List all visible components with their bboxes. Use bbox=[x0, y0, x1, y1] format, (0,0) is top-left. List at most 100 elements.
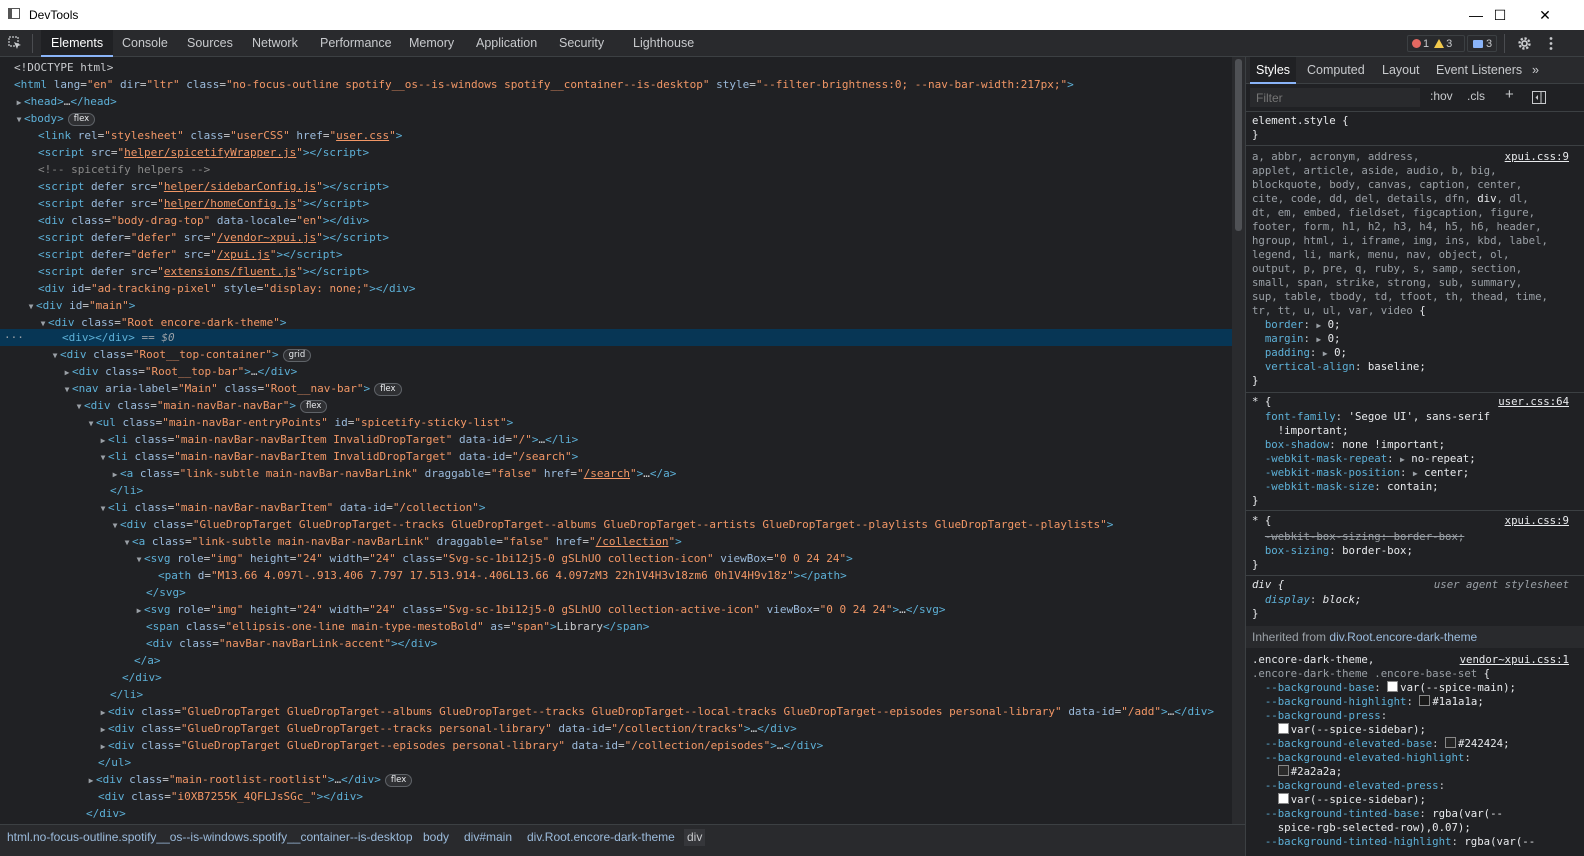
css-declaration[interactable]: padding: ▶ 0; bbox=[1252, 346, 1577, 360]
rule-universal-user[interactable]: * {user.css:64 bbox=[1252, 395, 1577, 409]
style-rules[interactable]: element.style { } a, abbr, acronym, addr… bbox=[1246, 112, 1584, 856]
css-declaration[interactable]: --background-tinted-highlight: rgba(var(… bbox=[1252, 835, 1577, 849]
dom-node[interactable]: ▼ <a class="link-subtle main-navBar-navBa… bbox=[0, 533, 1232, 550]
dom-node[interactable]: <div class="navBar-navBarLink-accent"></… bbox=[0, 635, 1232, 652]
dom-node[interactable]: ▼ <nav aria-label="Main" class="Root__nav… bbox=[0, 380, 1232, 397]
tab-styles[interactable]: Styles bbox=[1250, 57, 1297, 84]
css-declaration[interactable]: vertical-align: baseline; bbox=[1252, 360, 1577, 374]
dom-node-selected[interactable]: ··· <div></div> == $0 bbox=[0, 329, 1232, 346]
dom-node[interactable]: </ul> bbox=[0, 754, 1232, 771]
dom-node[interactable]: <div id="ad-tracking-pixel" style="displ… bbox=[0, 280, 1232, 297]
inspect-element-icon[interactable] bbox=[8, 36, 22, 50]
css-declaration[interactable]: box-sizing: border-box; bbox=[1252, 544, 1577, 558]
dom-tree[interactable]: <!DOCTYPE html> <html lang="en" dir="ltr… bbox=[0, 57, 1245, 824]
dom-node[interactable]: </div> bbox=[0, 805, 1232, 822]
dom-node[interactable]: <div class="i0XB7255K_4QFLJsSGc_"></div> bbox=[0, 788, 1232, 805]
tab-lighthouse[interactable]: Lighthouse bbox=[623, 30, 704, 56]
dom-node[interactable]: <script defer src="helper/sidebarConfig.… bbox=[0, 178, 1232, 195]
tab-console[interactable]: Console bbox=[112, 30, 178, 56]
dom-node[interactable]: <script defer src="extensions/fluent.js"… bbox=[0, 263, 1232, 280]
dom-node[interactable]: </svg> bbox=[0, 584, 1232, 601]
dom-node[interactable]: ▼ <div class="main-navBar-navBar"> flex bbox=[0, 397, 1232, 414]
dom-node[interactable]: <span class="ellipsis-one-line main-type… bbox=[0, 618, 1232, 635]
tab-security[interactable]: Security bbox=[549, 30, 614, 56]
dom-node[interactable]: ▶ <li class="main-navBar-navBarItem Inval… bbox=[0, 431, 1232, 448]
dom-node[interactable]: <html lang="en" dir="ltr" class="no-focu… bbox=[0, 76, 1232, 93]
dom-scrollbar-thumb[interactable] bbox=[1235, 59, 1242, 231]
css-declaration[interactable]: --background-elevated-highlight: bbox=[1252, 751, 1577, 765]
hover-state-toggle[interactable]: :hov bbox=[1430, 89, 1453, 103]
dom-node[interactable]: <div class="body-drag-top" data-locale="… bbox=[0, 212, 1232, 229]
color-swatch[interactable] bbox=[1277, 723, 1289, 734]
css-declaration[interactable]: --background-base: var(--spice-main); bbox=[1252, 681, 1577, 695]
dom-node[interactable]: </div> bbox=[0, 669, 1232, 686]
css-declaration[interactable]: -webkit-mask-repeat: ▶ no-repeat; bbox=[1252, 452, 1577, 466]
dom-node[interactable]: ▼ <li class="main-navBar-navBarItem" data… bbox=[0, 499, 1232, 516]
breadcrumb-html[interactable]: html.no-focus-outline.spotify__os--is-wi… bbox=[4, 829, 416, 846]
dom-node[interactable]: ▼ <div id="main"> bbox=[0, 297, 1232, 314]
maximize-button[interactable]: ☐ bbox=[1477, 0, 1523, 30]
dom-scrollbar[interactable] bbox=[1232, 57, 1245, 824]
dom-node[interactable]: <path d="M13.66 4.097l-.913.406 7.797 17… bbox=[0, 567, 1232, 584]
css-declaration[interactable]: --background-elevated-press: bbox=[1252, 779, 1577, 793]
color-swatch[interactable] bbox=[1445, 737, 1457, 748]
gear-icon[interactable] bbox=[1517, 36, 1532, 51]
dom-node[interactable]: ▶ <div class="Root__top-bar">…</div> bbox=[0, 363, 1232, 380]
dom-node[interactable]: <link rel="stylesheet" class="userCSS" h… bbox=[0, 127, 1232, 144]
dom-node[interactable]: <script src="helper/spicetifyWrapper.js"… bbox=[0, 144, 1232, 161]
dom-node[interactable]: <script defer src="helper/homeConfig.js"… bbox=[0, 195, 1232, 212]
tab-event-listeners[interactable]: Event Listeners bbox=[1430, 57, 1528, 84]
dom-node[interactable]: ▼ <div class="GlueDropTarget GlueDropTarg… bbox=[0, 516, 1232, 533]
dom-node[interactable]: ▼ <div class="Root__top-container"> grid bbox=[0, 346, 1232, 363]
dom-node[interactable]: ▶ <div class="GlueDropTarget GlueDropTarg… bbox=[0, 720, 1232, 737]
css-declaration[interactable]: border: ▶ 0; bbox=[1252, 318, 1577, 332]
css-declaration[interactable]: -webkit-mask-position: ▶ center; bbox=[1252, 466, 1577, 480]
rule-reset-selector[interactable]: a, abbr, acronym, address, xpui.css:9 bbox=[1252, 150, 1577, 164]
breadcrumb-body[interactable]: body bbox=[420, 829, 452, 846]
css-declaration[interactable]: --background-press: bbox=[1252, 709, 1577, 723]
dom-node[interactable]: ▶ <head>…</head> bbox=[0, 93, 1232, 110]
css-declaration[interactable]: margin: ▶ 0; bbox=[1252, 332, 1577, 346]
tab-performance[interactable]: Performance bbox=[310, 30, 402, 56]
dom-node[interactable]: <script defer="defer" src="/xpui.js"></s… bbox=[0, 246, 1232, 263]
css-declaration[interactable]: font-family: 'Segoe UI', sans-serif bbox=[1252, 410, 1577, 424]
more-tabs-chevron-icon[interactable]: » bbox=[1526, 57, 1545, 84]
rule-universal-xpui[interactable]: * {xpui.css:9 bbox=[1252, 514, 1577, 528]
dom-node[interactable]: </li> bbox=[0, 686, 1232, 703]
dom-node[interactable]: </a> bbox=[0, 652, 1232, 669]
new-style-rule-icon[interactable]: + bbox=[1505, 86, 1514, 103]
toggle-sidebar-icon[interactable] bbox=[1532, 91, 1546, 104]
styles-filter-input[interactable] bbox=[1250, 88, 1420, 107]
tab-layout[interactable]: Layout bbox=[1376, 57, 1426, 84]
breadcrumb-div-main[interactable]: div#main bbox=[461, 829, 515, 846]
more-options-icon[interactable] bbox=[1548, 36, 1554, 51]
breadcrumb-div-root[interactable]: div.Root.encore-dark-theme bbox=[524, 829, 678, 846]
messages-counter[interactable]: 3 bbox=[1467, 35, 1497, 52]
issues-counter[interactable]: 1 3 bbox=[1407, 35, 1465, 52]
class-toggle[interactable]: .cls bbox=[1467, 89, 1485, 103]
dom-node[interactable]: <!DOCTYPE html> bbox=[0, 59, 1232, 76]
breadcrumb-div[interactable]: div bbox=[684, 829, 706, 846]
dom-node[interactable]: </li> bbox=[0, 482, 1232, 499]
color-swatch[interactable] bbox=[1419, 695, 1431, 706]
dom-node[interactable]: ▶ <div class="GlueDropTarget GlueDropTarg… bbox=[0, 703, 1232, 720]
close-button[interactable]: ✕ bbox=[1522, 0, 1568, 30]
css-declaration-overridden[interactable]: -webkit-box-sizing: border-box; bbox=[1252, 530, 1577, 544]
color-swatch[interactable] bbox=[1387, 681, 1399, 692]
dom-node[interactable]: ▼ <ul class="main-navBar-entryPoints" id=… bbox=[0, 414, 1232, 431]
tab-application[interactable]: Application bbox=[466, 30, 547, 56]
tab-elements[interactable]: Elements bbox=[41, 30, 114, 57]
css-declaration[interactable]: --background-highlight: #1a1a1a; bbox=[1252, 695, 1577, 709]
css-declaration[interactable]: box-shadow: none !important; bbox=[1252, 438, 1577, 452]
css-declaration[interactable]: --background-tinted-base: rgba(var(-- bbox=[1252, 807, 1577, 821]
color-swatch[interactable] bbox=[1277, 793, 1289, 804]
dom-node[interactable]: ▶ <a class="link-subtle main-navBar-navBa… bbox=[0, 465, 1232, 482]
dom-node[interactable]: <script defer="defer" src="/vendor~xpui.… bbox=[0, 229, 1232, 246]
dom-node[interactable]: ▶ <div class="GlueDropTarget GlueDropTarg… bbox=[0, 737, 1232, 754]
color-swatch[interactable] bbox=[1277, 765, 1289, 776]
dom-node[interactable]: <!-- spicetify helpers --> bbox=[0, 161, 1232, 178]
tab-network[interactable]: Network bbox=[242, 30, 308, 56]
tab-sources[interactable]: Sources bbox=[177, 30, 243, 56]
dom-node[interactable]: ▶ <svg role="img" height="24" width="24" … bbox=[0, 601, 1232, 618]
rule-div-user-agent[interactable]: div {user agent stylesheet bbox=[1252, 578, 1577, 592]
